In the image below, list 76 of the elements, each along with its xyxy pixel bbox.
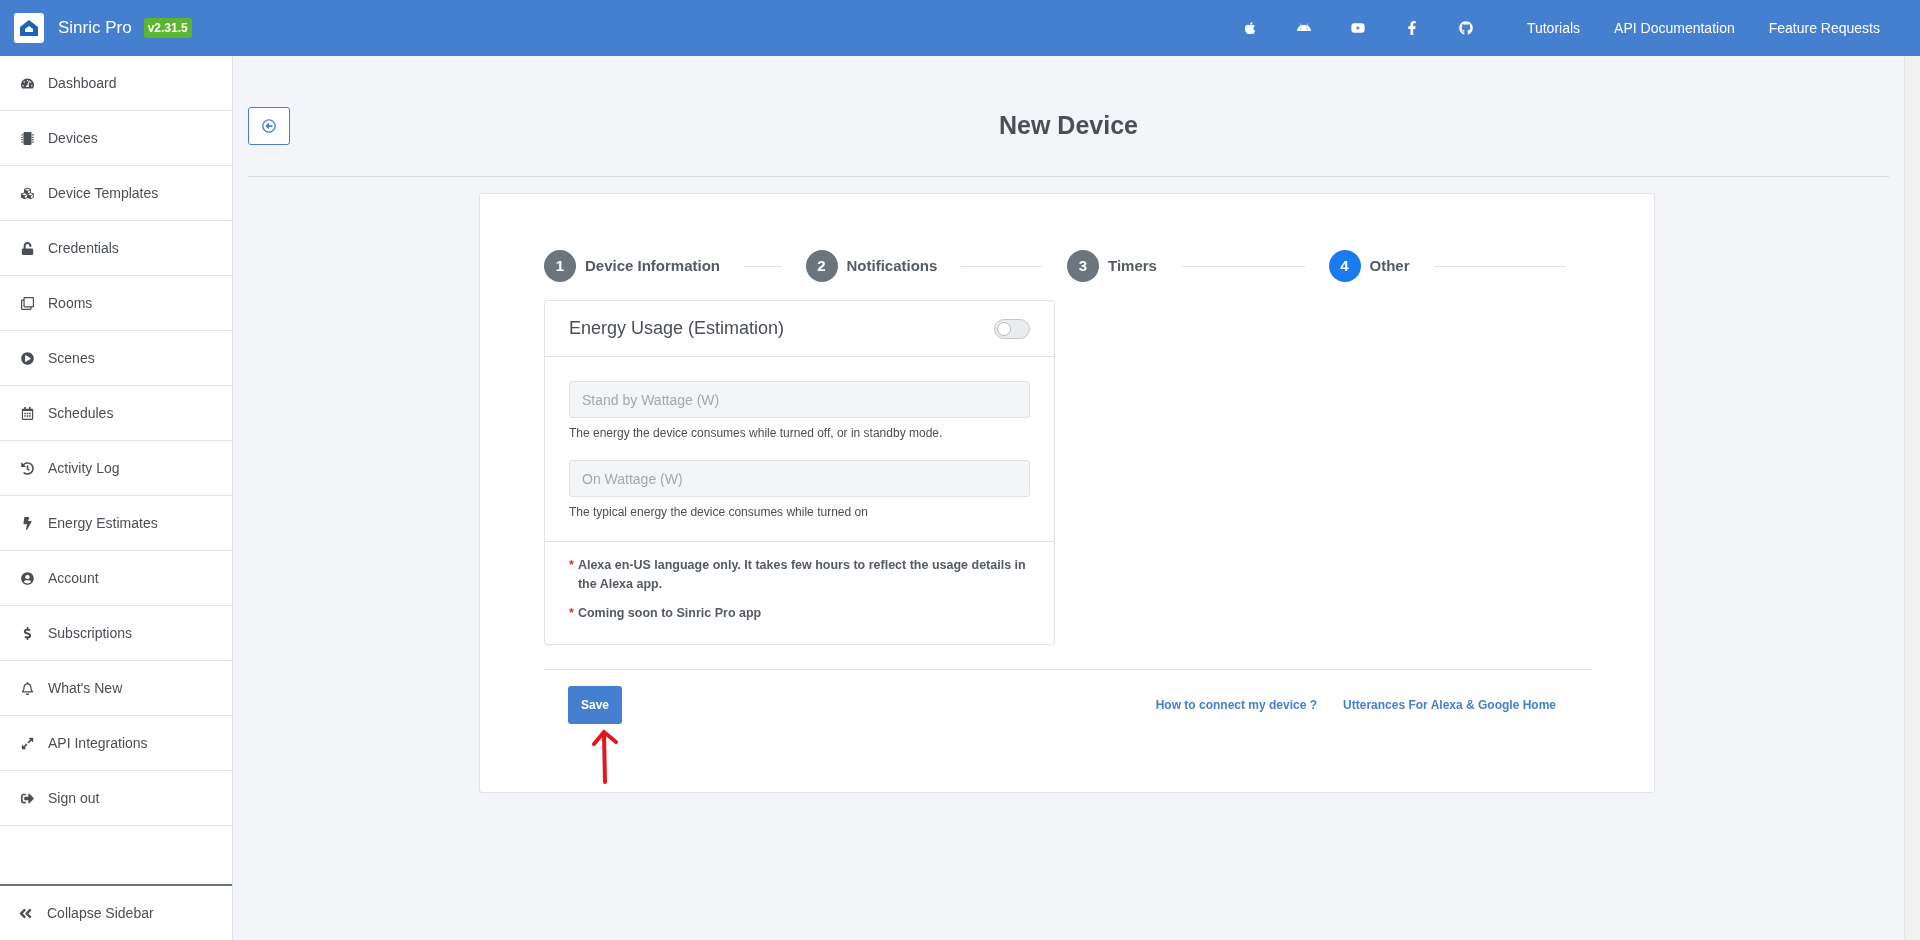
sidebar-label: API Integrations	[48, 733, 148, 753]
sidebar-label: Device Templates	[48, 183, 159, 203]
save-button[interactable]: Save	[568, 686, 622, 725]
step-number[interactable]: 4	[1328, 250, 1361, 282]
arrow-drawing	[592, 728, 618, 785]
collapse-sidebar-button[interactable]: Collapse Sidebar	[0, 884, 232, 940]
nav-link[interactable]: Feature Requests	[1768, 17, 1880, 39]
version-badge: v2.31.5	[143, 18, 192, 38]
stacked-squares-icon	[20, 296, 34, 310]
brand-name[interactable]: Sinric Pro	[58, 15, 132, 41]
wattage-input[interactable]: On Wattage (W)	[569, 460, 1030, 497]
sidebar-item[interactable]: Subscriptions	[0, 606, 232, 661]
sidebar-label: Rooms	[48, 293, 93, 313]
sign-out-icon	[20, 791, 34, 805]
sidebar-item[interactable]: What's New	[0, 661, 232, 716]
required-asterisk: *	[569, 557, 574, 574]
sidebar-label: Dashboard	[48, 73, 117, 93]
nav-link[interactable]: Tutorials	[1526, 17, 1581, 39]
step-label[interactable]: Device Information	[585, 254, 721, 278]
step-label[interactable]: Timers	[1108, 254, 1157, 278]
back-arrow-icon	[262, 119, 276, 133]
chip-icon	[20, 131, 34, 145]
sidebar-label: Subscriptions	[48, 623, 133, 643]
sidebar-label: Devices	[48, 128, 98, 148]
sidebar-item[interactable]: Scenes	[0, 331, 232, 386]
step-label[interactable]: Notifications	[846, 254, 938, 278]
history-icon	[20, 461, 34, 475]
note-text: Coming soon to Sinric Pro app	[577, 604, 762, 622]
note-text: Alexa en-US language only. It takes few hours to reflect the usage details in the Alexa app.	[577, 557, 1027, 593]
step-number[interactable]: 3	[1067, 250, 1099, 282]
nav-link[interactable]: API Documentation	[1614, 17, 1735, 39]
expand-arrows-icon	[20, 736, 34, 750]
collapse-label: Collapse Sidebar	[47, 903, 154, 923]
sidebar-label: Account	[48, 568, 99, 588]
cubes-icon	[20, 186, 34, 200]
sidebar-item[interactable]: Devices	[0, 111, 232, 166]
calendar-icon	[20, 406, 34, 420]
step-number[interactable]: 1	[544, 250, 576, 282]
apple-icon[interactable]	[1242, 21, 1257, 35]
sidebar-item[interactable]: Sign out	[0, 771, 232, 826]
sidebar-label: Schedules	[48, 403, 114, 423]
bell-icon	[20, 681, 34, 695]
step-number[interactable]: 2	[805, 250, 838, 282]
sidebar-item[interactable]: Dashboard	[0, 56, 232, 111]
github-icon[interactable]	[1458, 21, 1473, 35]
sidebar-item[interactable]: Activity Log	[0, 441, 232, 496]
bolt-icon	[20, 516, 34, 530]
gauge-icon	[20, 76, 34, 90]
step-label[interactable]: Other	[1369, 254, 1410, 278]
sidebar-item[interactable]: Schedules	[0, 386, 232, 441]
help-link[interactable]: Utterances For Alexa & Google Home	[1343, 696, 1556, 715]
field-help-text: The energy the device consumes while turned off, or in standby mode.	[569, 425, 944, 442]
back-button[interactable]	[248, 107, 290, 145]
sidebar-label: Credentials	[48, 238, 119, 258]
required-asterisk: *	[569, 604, 574, 622]
page-title: New Device	[999, 110, 1138, 142]
sidebar-item[interactable]: API Integrations	[0, 716, 232, 771]
sidebar-label: Sign out	[48, 788, 100, 808]
field-help-text: The typical energy the device consumes while turned on	[569, 504, 869, 521]
toggle-switch[interactable]	[994, 318, 1030, 339]
sidebar-label: Scenes	[48, 348, 95, 368]
unlocked-padlock-icon	[20, 241, 34, 255]
wattage-input[interactable]: Stand by Wattage (W)	[569, 381, 1030, 418]
sidebar-item[interactable]: Account	[0, 551, 232, 606]
scrollbar-track[interactable]	[1904, 56, 1920, 940]
help-link[interactable]: How to connect my device ?	[1155, 696, 1318, 715]
sidebar-label: Activity Log	[48, 458, 120, 478]
youtube-icon[interactable]	[1350, 21, 1365, 35]
sidebar-item[interactable]: Credentials	[0, 221, 232, 276]
panel-title: Energy Usage (Estimation)	[569, 317, 785, 340]
house-logo-icon[interactable]	[14, 13, 44, 43]
sidebar-label: What's New	[48, 678, 123, 698]
sidebar-item[interactable]: Rooms	[0, 276, 232, 331]
sidebar-item[interactable]: Device Templates	[0, 166, 232, 221]
sidebar-label: Energy Estimates	[48, 513, 158, 533]
sidebar-item[interactable]: Energy Estimates	[0, 496, 232, 551]
